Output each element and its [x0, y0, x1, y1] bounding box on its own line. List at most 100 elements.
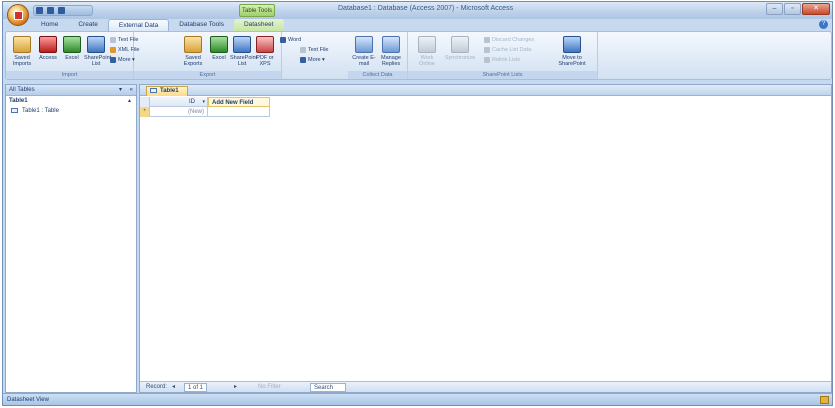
window-controls: – ▫ ✕ [766, 3, 830, 15]
discard-changes-label: Discard Changes [492, 37, 535, 43]
nav-item-table1[interactable]: Table1 : Table [6, 106, 136, 116]
work-online-button[interactable]: Work Online [414, 36, 440, 67]
export-excel-button[interactable]: Excel [206, 36, 232, 61]
table-row-new: * (New) [140, 107, 340, 117]
sharepoint-lists-group: Work Online Synchronize Discard Changes … [408, 32, 598, 79]
export-excel-label: Excel [212, 55, 226, 61]
import-access-label: Access [39, 55, 57, 61]
import-sharepoint-list-label: SharePoint List [84, 55, 112, 67]
help-icon[interactable]: ? [819, 20, 828, 29]
record-navigation-bar: Record: ◂ 1 of 1 ▸ No Filter Search [140, 381, 831, 392]
collect-data-group: Create E-mail Manage Replies Collect Dat… [348, 32, 408, 79]
relink-lists-button[interactable]: Relink Lists [484, 56, 520, 64]
import-access-button[interactable]: Access [35, 36, 61, 61]
cell-id-new[interactable]: (New) [150, 107, 208, 117]
maximize-button[interactable]: ▫ [784, 3, 801, 15]
search-input[interactable]: Search [310, 383, 346, 392]
tab-database-tools[interactable]: Database Tools [169, 19, 234, 31]
record-position-field[interactable]: 1 of 1 [184, 383, 208, 392]
document-area: Table1 ID ▾ Add New Field * (New) Record… [139, 84, 832, 393]
column-header-add-new-field[interactable]: Add New Field [208, 97, 270, 107]
discard-changes-icon [484, 36, 490, 43]
ribbon-tabs: Home Create External Data Database Tools… [31, 19, 284, 31]
new-record-marker[interactable]: * [140, 107, 150, 117]
export-word-label: Word [288, 37, 302, 43]
first-record-button[interactable]: ◂ [172, 382, 175, 393]
record-label: Record: [146, 384, 168, 390]
import-excel-button[interactable]: Excel [59, 36, 85, 61]
sharepoint-lists-group-label: SharePoint Lists [408, 71, 597, 79]
document-tab-table1[interactable]: Table1 [146, 86, 188, 96]
word-icon [280, 36, 286, 43]
export-text-file-label: Text File [308, 47, 329, 53]
synchronize-button[interactable]: Synchronize [442, 36, 478, 61]
close-button[interactable]: ✕ [802, 3, 830, 15]
datasheet-view-icon[interactable] [820, 396, 829, 404]
nav-item-label: Table1 : Table [22, 108, 59, 114]
xml-file-icon [110, 46, 116, 53]
import-group: Saved Imports Access Excel SharePoint Li… [6, 32, 140, 79]
nav-collapse-icon[interactable]: « [130, 85, 133, 96]
column-header-row: ID ▾ Add New Field [150, 97, 270, 107]
tab-external-data[interactable]: External Data [107, 19, 170, 31]
minimize-button[interactable]: – [766, 3, 783, 15]
saved-imports-button[interactable]: Saved Imports [9, 36, 35, 67]
tab-home[interactable]: Home [31, 19, 68, 31]
relink-lists-icon [484, 56, 490, 63]
chevron-up-icon[interactable]: ▲ [127, 96, 132, 106]
saved-exports-label: Saved Exports [183, 55, 203, 67]
redo-icon[interactable] [58, 7, 65, 14]
import-excel-label: Excel [65, 55, 79, 61]
excel-icon [210, 36, 228, 53]
cache-list-data-button[interactable]: Cache List Data [484, 46, 531, 54]
table-icon [11, 107, 18, 113]
ribbon: Saved Imports Access Excel SharePoint Li… [5, 31, 832, 80]
saved-exports-button[interactable]: Saved Exports [180, 36, 206, 67]
cell-add-new-field[interactable] [208, 107, 270, 117]
tab-datasheet[interactable]: Datasheet [233, 19, 284, 31]
export-sharepoint-list-button[interactable]: SharePoint List [230, 36, 257, 67]
export-text-file-button[interactable]: Text File [300, 46, 328, 54]
import-more-button[interactable]: More ▾ [110, 56, 135, 64]
manage-replies-label: Manage Replies [381, 55, 401, 67]
access-icon [39, 36, 57, 53]
filter-status[interactable]: No Filter [258, 382, 281, 393]
quick-access-toolbar [33, 5, 93, 16]
chevron-down-icon[interactable]: ▾ [202, 97, 205, 107]
nav-group-table1[interactable]: Table1 ▲ [6, 96, 136, 106]
next-record-button[interactable]: ▸ [234, 382, 237, 393]
export-pdf-xps-button[interactable]: PDF or XPS [254, 36, 276, 67]
office-logo-icon [13, 10, 23, 20]
nav-dropdown-icon[interactable]: ▾ [119, 85, 122, 96]
export-group: Saved Exports Excel SharePoint List PDF … [134, 32, 301, 79]
cache-list-data-label: Cache List Data [492, 47, 532, 53]
sharepoint-list-icon [233, 36, 251, 53]
save-icon[interactable] [36, 7, 43, 14]
work-online-label: Work Online [419, 55, 435, 67]
export-more-button[interactable]: More ▾ [300, 56, 325, 64]
export-more-label: More ▾ [308, 57, 325, 63]
move-to-sharepoint-button[interactable]: Move to SharePoint [552, 36, 592, 67]
document-tab-strip: Table1 [140, 85, 831, 96]
nav-pane-header[interactable]: All Tables ▾ « [6, 85, 136, 96]
more-icon [300, 56, 306, 63]
cache-list-data-icon [484, 46, 490, 53]
column-header-id[interactable]: ID ▾ [150, 97, 208, 107]
manage-replies-button[interactable]: Manage Replies [378, 36, 404, 67]
tab-create[interactable]: Create [68, 19, 108, 31]
create-email-button[interactable]: Create E-mail [351, 36, 377, 67]
access-window: Table Tools Database1 : Database (Access… [2, 1, 833, 406]
office-button[interactable] [7, 4, 29, 26]
table-tools-context-label: Table Tools [239, 4, 275, 17]
create-email-icon [355, 36, 373, 53]
import-sharepoint-list-button[interactable]: SharePoint List [84, 36, 112, 67]
title-bar: Table Tools Database1 : Database (Access… [3, 2, 832, 26]
saved-exports-icon [184, 36, 202, 53]
export-word-button[interactable]: Word [280, 36, 301, 44]
undo-icon[interactable] [47, 7, 54, 14]
discard-changes-button[interactable]: Discard Changes [484, 36, 534, 44]
work-online-icon [418, 36, 436, 53]
text-file-icon [300, 46, 306, 53]
status-bar: Datasheet View [3, 393, 832, 405]
import-group-label: Import [6, 71, 133, 79]
